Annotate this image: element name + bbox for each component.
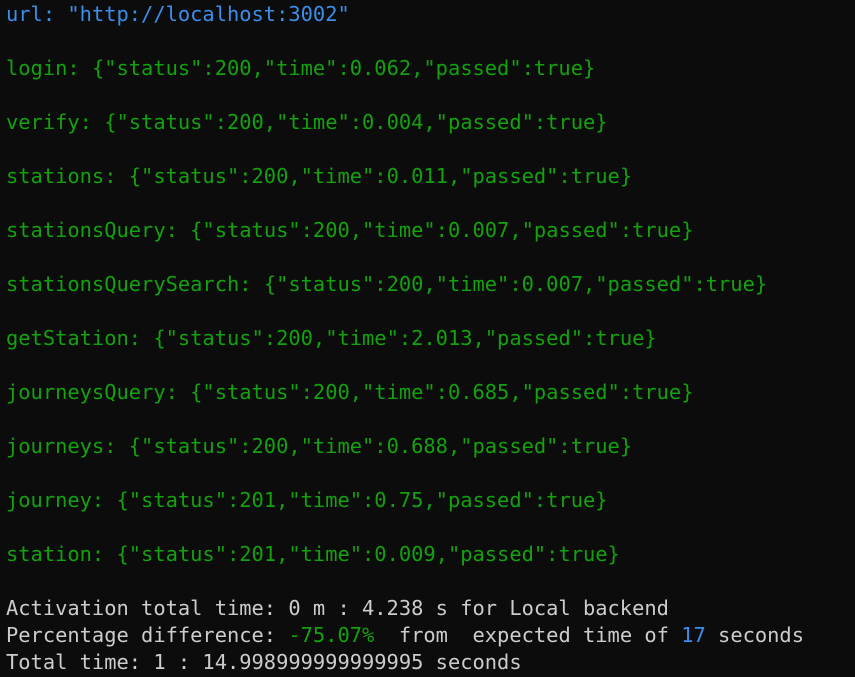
percentage-middle: from expected time of [374,623,682,647]
result-name: journeysQuery: [6,380,191,404]
result-json: {"status":200,"time":0.004,"passed":true… [104,110,608,134]
result-json: {"status":200,"time":0.007,"passed":true… [263,272,768,296]
url-line: url: "http://localhost:3002" [6,1,350,28]
result-line-station: station: {"status":201,"time":0.009,"pas… [6,541,620,568]
result-name: stationsQuerySearch: [6,272,264,296]
url-label: url: [6,2,68,26]
result-name: verify: [6,110,105,134]
result-json: {"status":200,"time":0.688,"passed":true… [128,434,633,458]
result-name: login: [6,56,92,80]
url-value: "http://localhost:3002" [67,2,350,26]
result-line-get-station: getStation: {"status":200,"time":2.013,"… [6,325,657,352]
result-name: stations: [6,164,129,188]
result-line-journeys: journeys: {"status":200,"time":0.688,"pa… [6,433,632,460]
terminal-window[interactable]: url: "http://localhost:3002" login: {"st… [0,0,855,677]
percentage-value: -75.07% [288,623,375,647]
result-name: getStation: [6,326,154,350]
result-line-stations-query-search: stationsQuerySearch: {"status":200,"time… [6,271,767,298]
activation-time-line: Activation total time: 0 m : 4.238 s for… [6,596,669,620]
result-line-journeys-query: journeysQuery: {"status":200,"time":0.68… [6,379,693,406]
result-name: station: [6,542,117,566]
result-name: journey: [6,488,117,512]
result-line-stations: stations: {"status":200,"time":0.011,"pa… [6,163,632,190]
result-line-verify: verify: {"status":200,"time":0.004,"pass… [6,109,608,136]
result-json: {"status":201,"time":0.75,"passed":true} [116,488,608,512]
result-name: stationsQuery: [6,218,191,242]
result-line-stations-query: stationsQuery: {"status":200,"time":0.00… [6,217,693,244]
total-time-line: Total time: 1 : 14.998999999999995 secon… [6,650,522,674]
result-json: {"status":200,"time":0.685,"passed":true… [190,380,694,404]
result-json: {"status":200,"time":0.007,"passed":true… [190,218,694,242]
expected-time-value: 17 [681,623,706,647]
percentage-suffix: seconds [705,623,804,647]
result-json: {"status":200,"time":2.013,"passed":true… [153,326,657,350]
result-json: {"status":200,"time":0.011,"passed":true… [128,164,633,188]
result-json: {"status":200,"time":0.062,"passed":true… [91,56,596,80]
result-line-login: login: {"status":200,"time":0.062,"passe… [6,55,595,82]
result-name: journeys: [6,434,129,458]
result-json: {"status":201,"time":0.009,"passed":true… [116,542,620,566]
percentage-prefix: Percentage difference: [6,623,289,647]
percentage-difference-line: Percentage difference: -75.07% from expe… [6,622,804,649]
result-line-journey: journey: {"status":201,"time":0.75,"pass… [6,487,608,514]
